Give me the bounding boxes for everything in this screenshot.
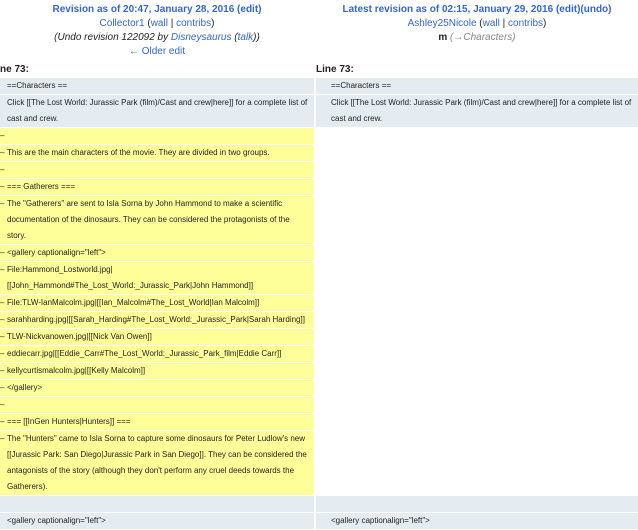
deletion-marker: – [0,332,5,341]
minor-edit-marker: m [438,32,448,43]
left-revision-title: Revision as of 20:47, January 28, 2016 (… [52,4,262,15]
diff-deleted-line: – eddiecarr.jpg|[[Eddie_Carr#The_Lost_Wor… [0,346,314,362]
left-user-line: Collector1 (wall | contribs) [99,18,215,29]
left-summary-prefix: (Undo revision 122092 by [54,32,171,43]
left-line-number: ne 73: [0,64,29,75]
left-revision-header: Revision as of 20:47, January 28, 2016 (… [0,0,314,60]
diff-deleted-line: – This are the main characters of the mov… [0,145,314,161]
left-revision-link[interactable]: Revision as of 20:47, January 28, 2016 [52,4,234,15]
diff-context-line: ==Characters == [0,78,314,94]
left-edit-summary: (Undo revision 122092 by Disneysaurus (t… [54,32,260,43]
diff-deleted-line: – [0,397,314,413]
right-edit-link[interactable]: edit [559,4,577,15]
diff-context-line: <gallery captionalign="left"> [0,513,314,529]
deletion-marker: – [0,366,5,375]
diff-context-line [316,496,638,512]
deletion-marker: – [0,298,5,307]
deletion-marker: – [0,148,5,157]
diff-deleted-line: – TLW-Nickvanowen.jpg|[[Nick Van Owen]] [0,329,314,345]
deletion-marker: – [0,131,5,140]
left-contribs-link[interactable]: contribs [176,18,211,29]
diff-context-line: ==Characters == [316,78,638,94]
deletion-marker: – [0,315,5,324]
left-diff-column: ==Characters == Click [[The Lost World: … [0,78,314,530]
right-diff-column: ==Characters == Click [[The Lost World: … [316,78,638,530]
diff-deleted-line: – [0,128,314,144]
right-user-link[interactable]: Ashley25Nicole [408,18,477,29]
left-summary-suffix: )) [253,32,260,43]
deletion-marker: – [0,349,5,358]
left-summary-talk-link[interactable]: talk [238,32,254,43]
left-summary-user-link[interactable]: Disneysaurus [171,32,232,43]
undo-link[interactable]: undo [584,4,608,15]
deletion-marker: – [0,265,5,274]
deletion-marker: – [0,417,5,426]
right-edit-summary: m (→Characters) [316,31,638,45]
diff-deleted-line: – kellycurtismalcolm.jpg|[[Kelly Malcolm]… [0,363,314,379]
diff-deleted-line: – === [[InGen Hunters|Hunters]] === [0,414,314,430]
diff-context-line: Click [[The Lost World: Jurassic Park (f… [316,95,638,127]
deletion-marker: – [0,383,5,392]
left-user-link[interactable]: Collector1 [100,18,145,29]
right-revision-link[interactable]: Latest revision as of 02:15, January 29,… [342,4,553,15]
right-revision-title: Latest revision as of 02:15, January 29,… [342,4,612,15]
diff-context-line [0,496,314,512]
deletion-marker: – [0,182,5,191]
deletion-marker: – [0,199,5,208]
right-contribs-link[interactable]: contribs [508,18,543,29]
diff-deleted-line: – sarahharding.jpg|[[Sarah_Harding#The_Lo… [0,312,314,328]
diff-context-line: <gallery captionalign="left"> [316,513,638,529]
diff-deleted-line: – <gallery captionalign="left"> [0,245,314,261]
deletion-marker: – [0,400,5,409]
diff-deleted-line: – === Gatherers === [0,179,314,195]
diff-context-line: Click [[The Lost World: Jurassic Park (f… [0,95,314,127]
diff-empty-block [316,128,638,496]
diff-deleted-line: – [0,162,314,178]
diff-deleted-line: – </gallery> [0,380,314,396]
diff-deleted-line: – The "Hunters" came to Isla Sorna to cap… [0,431,314,495]
deletion-marker: – [0,248,5,257]
right-wall-link[interactable]: wall [483,18,500,29]
older-edit-link[interactable]: ← Older edit [129,46,185,57]
left-edit-link[interactable]: edit [240,4,258,15]
right-line-number: Line 73: [316,64,354,75]
deletion-marker: – [0,434,5,443]
diff-deleted-line: – File:TLW-IanMalcolm.jpg|[[Ian_Malcolm#T… [0,295,314,311]
section-comment-link[interactable]: (→Characters) [450,32,516,43]
right-user-line: Ashley25Nicole (wall | contribs) [407,18,547,29]
left-wall-link[interactable]: wall [151,18,168,29]
diff-deleted-line: – The "Gatherers" are sent to Isla Sorna … [0,196,314,244]
diff-deleted-line: – File:Hammond_Lostworld.jpg|[[John_Hammo… [0,262,314,294]
deletion-marker: – [0,165,5,174]
right-revision-header: Latest revision as of 02:15, January 29,… [316,0,638,60]
